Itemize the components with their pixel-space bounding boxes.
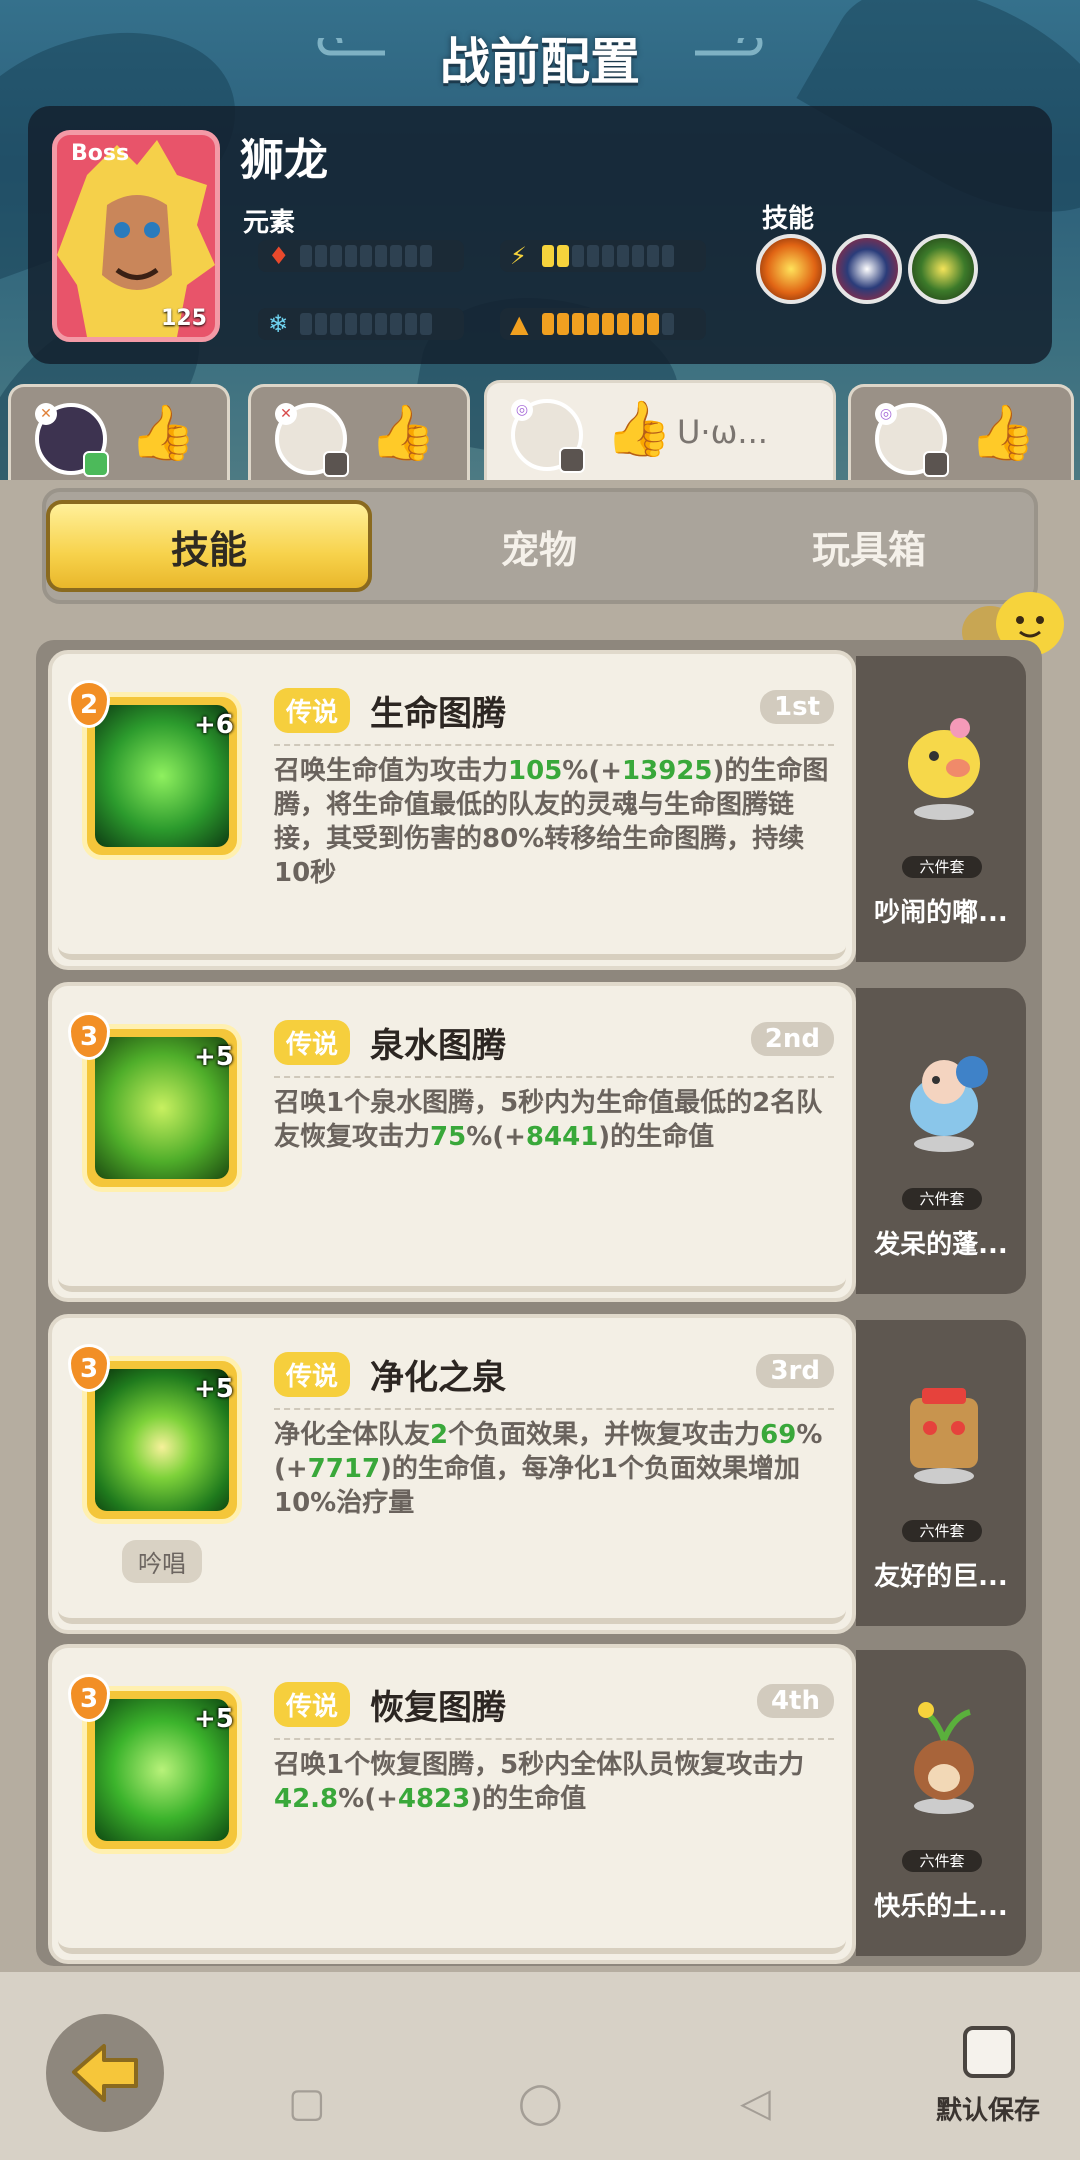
element-label: 元素	[243, 208, 296, 238]
skill-name: 净化之泉	[370, 1358, 506, 1398]
thumbs-up-icon: 👍	[605, 397, 673, 460]
element-badge-icon: ✕	[275, 403, 297, 425]
boss-skill-fireball-icon[interactable]	[756, 234, 826, 304]
lightning-element-bar: ⚡	[500, 240, 706, 272]
player-tab-4[interactable]: ◎ 👍	[848, 384, 1074, 480]
lightning-icon: ⚡	[510, 242, 527, 270]
ram-pet-icon	[910, 1056, 988, 1152]
skill-description: 召唤生命值为攻击力105%(+13925)的生命图腾，将生命值最低的队友的灵魂与…	[274, 756, 829, 888]
skill-plus: +5	[194, 1704, 234, 1734]
thumbs-up-icon: 👍	[969, 401, 1037, 464]
skill-description: 召唤1个恢复图腾，5秒内全体队员恢复攻击力42.8%(+4823)的生命值	[274, 1750, 805, 1814]
rarity-badge: 传说	[274, 1020, 351, 1065]
skill-label: 技能	[762, 204, 815, 234]
tab-skills[interactable]: 技能	[46, 500, 372, 592]
snowflake-icon: ❄	[268, 310, 289, 338]
pet-name: 快乐的土...	[874, 1892, 1008, 1922]
skill-description: 净化全体队友2个负面效果，并恢复攻击力69%(+7717)的生命值，每净化1个负…	[274, 1420, 823, 1518]
system-back-icon[interactable]: ◁	[740, 2080, 771, 2126]
skill-card[interactable]: 2 +6 传说 生命图腾 1st 召唤生命值为攻击力105%(+13925)的生…	[48, 650, 856, 970]
default-save-checkbox[interactable]	[963, 2026, 1015, 2078]
rank-badge: 4th	[756, 1684, 834, 1718]
boss-tag: Boss	[71, 141, 130, 166]
skill-name: 生命图腾	[370, 694, 506, 734]
home-icon[interactable]: ◯	[518, 2080, 563, 2126]
pet-set-badge: 六件套	[902, 1188, 982, 1210]
tab-toybox[interactable]: 玩具箱	[706, 500, 1032, 592]
pet-set-badge: 六件套	[902, 856, 982, 878]
skill-plus: +5	[194, 1374, 234, 1404]
thumbs-up-icon: 👍	[129, 401, 197, 464]
rarity-badge: 传说	[274, 1682, 351, 1727]
player-tab-2[interactable]: ✕ 👍	[248, 384, 470, 480]
mountain-icon: ▲	[510, 310, 529, 338]
divider	[274, 744, 834, 746]
sprout-pet-icon	[914, 1702, 974, 1814]
skill-description: 召唤1个泉水图腾，5秒内为生命值最低的2名队友恢复攻击力75%(+8441)的生…	[274, 1088, 823, 1152]
default-save-label: 默认保存	[936, 2096, 1041, 2126]
boss-skill-beast-icon[interactable]	[908, 234, 978, 304]
back-button[interactable]	[46, 2014, 164, 2132]
pet-name: 吵闹的嘟...	[874, 898, 1008, 928]
rank-badge: 3rd	[756, 1354, 834, 1388]
player-avatar: ◎	[875, 403, 949, 477]
thumbs-up-icon: 👍	[369, 401, 437, 464]
player-tag: U·ω...	[677, 413, 768, 451]
skill-card[interactable]: 3 +5 传说 恢复图腾 4th 召唤1个恢复图腾，5秒内全体队员恢复攻击力42…	[48, 1644, 856, 1964]
pet-set-badge: 六件套	[902, 1520, 982, 1542]
earth-element-bar: ▲	[500, 308, 706, 340]
page-title: 战前配置	[440, 33, 640, 91]
pet-slot[interactable]: 六件套 快乐的土...	[856, 1650, 1026, 1956]
divider	[274, 1076, 834, 1078]
title-swirl-right-icon	[695, 38, 763, 56]
device-badge-icon	[83, 451, 109, 477]
element-badge-icon: ◎	[875, 403, 897, 425]
chant-badge: 吟唱	[122, 1540, 202, 1583]
fire-icon: ♦	[268, 242, 290, 270]
pet-set-badge: 六件套	[902, 1850, 982, 1872]
skill-card[interactable]: 3 +5 吟唱 传说 净化之泉 3rd 净化全体队友2个负面效果，并恢复攻击力6…	[48, 1314, 856, 1634]
boss-skill-bird-icon[interactable]	[832, 234, 902, 304]
golem-pet-icon	[910, 1388, 978, 1484]
bird-pet-icon	[908, 718, 980, 820]
player-tab-3[interactable]: ◎ 👍 U·ω...	[484, 380, 836, 480]
skill-name: 恢复图腾	[370, 1688, 506, 1728]
rank-badge: 1st	[760, 690, 834, 724]
skill-plus: +6	[194, 710, 234, 740]
player-tab-1[interactable]: ✕ 👍	[8, 384, 230, 480]
divider	[274, 1738, 834, 1740]
tab-pets[interactable]: 宠物	[376, 500, 702, 592]
rank-badge: 2nd	[750, 1022, 834, 1056]
element-badge-icon: ◎	[511, 399, 533, 421]
pet-slot[interactable]: 六件套 友好的巨...	[856, 1320, 1026, 1626]
pet-slot[interactable]: 六件套 发呆的蓬...	[856, 988, 1026, 1294]
pet-slot[interactable]: 六件套 吵闹的嘟...	[856, 656, 1026, 962]
player-avatar: ◎	[511, 399, 585, 473]
element-badge-icon: ✕	[35, 403, 57, 425]
rarity-badge: 传说	[274, 1352, 351, 1397]
player-avatar: ✕	[275, 403, 349, 477]
back-arrow-icon	[72, 2044, 138, 2102]
boss-portrait[interactable]: Boss 125	[52, 130, 220, 342]
ice-element-bar: ❄	[258, 308, 464, 340]
device-badge-icon	[923, 451, 949, 477]
skill-name: 泉水图腾	[370, 1026, 506, 1066]
divider	[274, 1408, 834, 1410]
device-badge-icon	[559, 447, 585, 473]
skill-plus: +5	[194, 1042, 234, 1072]
player-avatar: ✕	[35, 403, 109, 477]
pet-name: 发呆的蓬...	[874, 1230, 1008, 1260]
rarity-badge: 传说	[274, 688, 351, 733]
device-badge-icon	[323, 451, 349, 477]
recent-apps-icon[interactable]: ▢	[288, 2080, 326, 2126]
fire-element-bar: ♦	[258, 240, 464, 272]
boss-level: 125	[161, 306, 207, 331]
boss-name: 狮龙	[240, 135, 328, 186]
pet-name: 友好的巨...	[874, 1562, 1008, 1592]
skill-card[interactable]: 3 +5 传说 泉水图腾 2nd 召唤1个泉水图腾，5秒内为生命值最低的2名队友…	[48, 982, 856, 1302]
